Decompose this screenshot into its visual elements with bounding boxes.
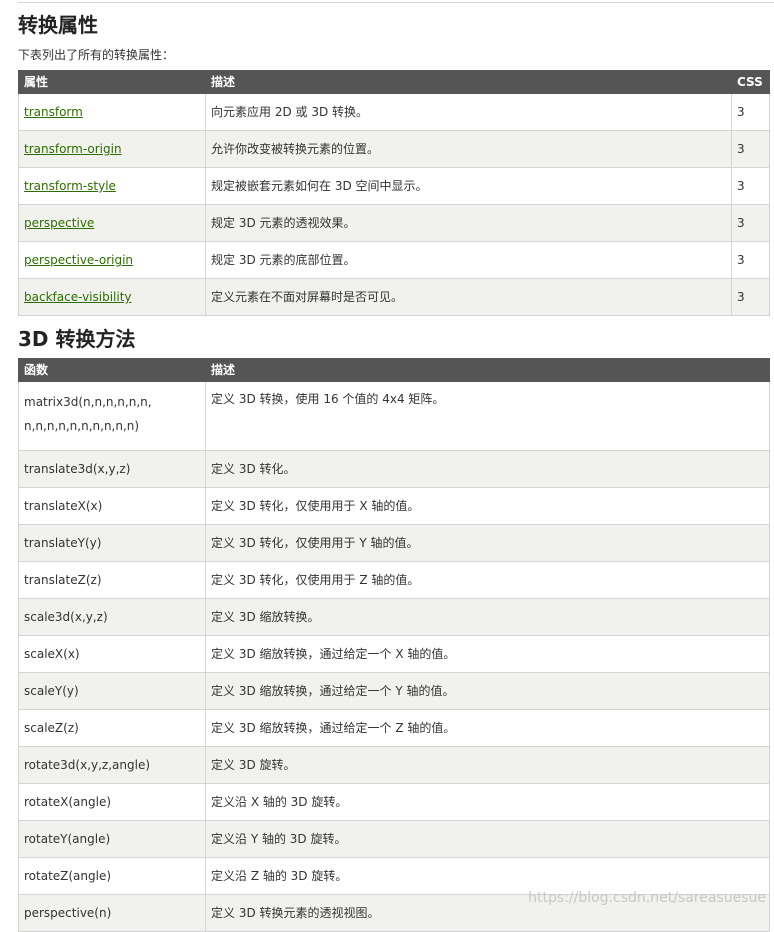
top-divider xyxy=(18,2,774,3)
function-cell: translateX(x) xyxy=(18,487,206,525)
function-cell: scaleX(x) xyxy=(18,635,206,673)
description-cell: 定义沿 X 轴的 3D 旋转。 xyxy=(205,783,770,821)
property-link-transform-style[interactable]: transform-style xyxy=(24,179,116,193)
description-cell: 规定 3D 元素的底部位置。 xyxy=(205,241,732,279)
table-header-row: 函数 描述 xyxy=(18,358,770,382)
css-version-cell: 3 xyxy=(731,167,770,205)
table-row: transform-origin 允许你改变被转换元素的位置。 3 xyxy=(18,130,770,168)
function-cell: matrix3d(n,n,n,n,n,n, n,n,n,n,n,n,n,n,n,… xyxy=(18,381,206,451)
section-title-transform-properties: 转换属性 xyxy=(18,13,98,37)
function-signature-line: n,n,n,n,n,n,n,n,n,n) xyxy=(24,419,140,433)
description-cell: 定义 3D 转换，使用 16 个值的 4x4 矩阵。 xyxy=(205,381,770,451)
function-cell: scaleY(y) xyxy=(18,672,206,710)
description-cell: 定义 3D 缩放转换，通过给定一个 X 轴的值。 xyxy=(205,635,770,673)
table-row: rotateY(angle) 定义沿 Y 轴的 3D 旋转。 xyxy=(18,820,770,858)
column-header-attr: 属性 xyxy=(18,70,206,94)
property-cell: transform xyxy=(18,93,206,131)
table-row: translateX(x) 定义 3D 转化，仅使用用于 X 轴的值。 xyxy=(18,487,770,525)
table-row: transform 向元素应用 2D 或 3D 转换。 3 xyxy=(18,93,770,131)
description-cell: 规定被嵌套元素如何在 3D 空间中显示。 xyxy=(205,167,732,205)
description-cell: 定义沿 Y 轴的 3D 旋转。 xyxy=(205,820,770,858)
table-row: scaleX(x) 定义 3D 缩放转换，通过给定一个 X 轴的值。 xyxy=(18,635,770,673)
column-header-css: CSS xyxy=(731,70,770,94)
table-row: rotateX(angle) 定义沿 X 轴的 3D 旋转。 xyxy=(18,783,770,821)
table-row: scaleZ(z) 定义 3D 缩放转换，通过给定一个 Z 轴的值。 xyxy=(18,709,770,747)
description-cell: 定义 3D 转化，仅使用用于 Z 轴的值。 xyxy=(205,561,770,599)
table-row: translateY(y) 定义 3D 转化，仅使用用于 Y 轴的值。 xyxy=(18,524,770,562)
table-row: perspective 规定 3D 元素的透视效果。 3 xyxy=(18,204,770,242)
table-row: translateZ(z) 定义 3D 转化，仅使用用于 Z 轴的值。 xyxy=(18,561,770,599)
description-cell: 定义 3D 转化，仅使用用于 X 轴的值。 xyxy=(205,487,770,525)
css-version-cell: 3 xyxy=(731,241,770,279)
table-row: backface-visibility 定义元素在不面对屏幕时是否可见。 3 xyxy=(18,278,770,316)
description-cell: 定义 3D 转化。 xyxy=(205,450,770,488)
description-cell: 定义元素在不面对屏幕时是否可见。 xyxy=(205,278,732,316)
description-cell: 定义 3D 缩放转换。 xyxy=(205,598,770,636)
css-version-cell: 3 xyxy=(731,93,770,131)
description-cell: 定义 3D 旋转。 xyxy=(205,746,770,784)
property-link-transform-origin[interactable]: transform-origin xyxy=(24,142,122,156)
function-cell: rotate3d(x,y,z,angle) xyxy=(18,746,206,784)
column-header-desc: 描述 xyxy=(205,70,732,94)
function-cell: scale3d(x,y,z) xyxy=(18,598,206,636)
property-link-transform[interactable]: transform xyxy=(24,105,83,119)
table-row: scale3d(x,y,z) 定义 3D 缩放转换。 xyxy=(18,598,770,636)
table-header-row: 属性 描述 CSS xyxy=(18,70,770,94)
function-cell: rotateY(angle) xyxy=(18,820,206,858)
function-cell: scaleZ(z) xyxy=(18,709,206,747)
section-title-3d-transform-methods: 3D 转换方法 xyxy=(18,327,136,351)
column-header-func: 函数 xyxy=(18,358,206,382)
property-link-perspective-origin[interactable]: perspective-origin xyxy=(24,253,133,267)
description-cell: 向元素应用 2D 或 3D 转换。 xyxy=(205,93,732,131)
property-link-perspective[interactable]: perspective xyxy=(24,216,94,230)
function-cell: translateY(y) xyxy=(18,524,206,562)
table-row: transform-style 规定被嵌套元素如何在 3D 空间中显示。 3 xyxy=(18,167,770,205)
function-cell: rotateX(angle) xyxy=(18,783,206,821)
table-row: scaleY(y) 定义 3D 缩放转换，通过给定一个 Y 轴的值。 xyxy=(18,672,770,710)
column-header-desc: 描述 xyxy=(205,358,770,382)
table-row: perspective-origin 规定 3D 元素的底部位置。 3 xyxy=(18,241,770,279)
function-cell: rotateZ(angle) xyxy=(18,857,206,895)
table-row: rotateZ(angle) 定义沿 Z 轴的 3D 旋转。 xyxy=(18,857,770,895)
watermark-text: https://blog.csdn.net/sareasuesue xyxy=(528,890,766,906)
property-cell: transform-origin xyxy=(18,130,206,168)
table-row: matrix3d(n,n,n,n,n,n, n,n,n,n,n,n,n,n,n,… xyxy=(18,381,770,451)
property-cell: perspective xyxy=(18,204,206,242)
transform-properties-table: 属性 描述 CSS transform 向元素应用 2D 或 3D 转换。 3 … xyxy=(18,70,770,316)
property-link-backface-visibility[interactable]: backface-visibility xyxy=(24,290,132,304)
table-row: rotate3d(x,y,z,angle) 定义 3D 旋转。 xyxy=(18,746,770,784)
property-cell: perspective-origin xyxy=(18,241,206,279)
description-cell: 定义沿 Z 轴的 3D 旋转。 xyxy=(205,857,770,895)
function-cell: translate3d(x,y,z) xyxy=(18,450,206,488)
function-cell: perspective(n) xyxy=(18,894,206,932)
css-version-cell: 3 xyxy=(731,278,770,316)
function-cell: translateZ(z) xyxy=(18,561,206,599)
description-cell: 定义 3D 缩放转换，通过给定一个 Z 轴的值。 xyxy=(205,709,770,747)
description-cell: 允许你改变被转换元素的位置。 xyxy=(205,130,732,168)
property-cell: transform-style xyxy=(18,167,206,205)
css-version-cell: 3 xyxy=(731,130,770,168)
description-cell: 定义 3D 转化，仅使用用于 Y 轴的值。 xyxy=(205,524,770,562)
function-signature-line: matrix3d(n,n,n,n,n,n, xyxy=(24,395,152,409)
property-cell: backface-visibility xyxy=(18,278,206,316)
content: 转换属性 下表列出了所有的转换属性： 属性 描述 CSS transform 向… xyxy=(18,10,770,932)
description-cell: 规定 3D 元素的透视效果。 xyxy=(205,204,732,242)
description-cell: 定义 3D 缩放转换，通过给定一个 Y 轴的值。 xyxy=(205,672,770,710)
css-version-cell: 3 xyxy=(731,204,770,242)
transform-methods-table: 函数 描述 matrix3d(n,n,n,n,n,n, n,n,n,n,n,n,… xyxy=(18,358,770,932)
table-row: translate3d(x,y,z) 定义 3D 转化。 xyxy=(18,450,770,488)
section-intro: 下表列出了所有的转换属性： xyxy=(18,48,175,62)
